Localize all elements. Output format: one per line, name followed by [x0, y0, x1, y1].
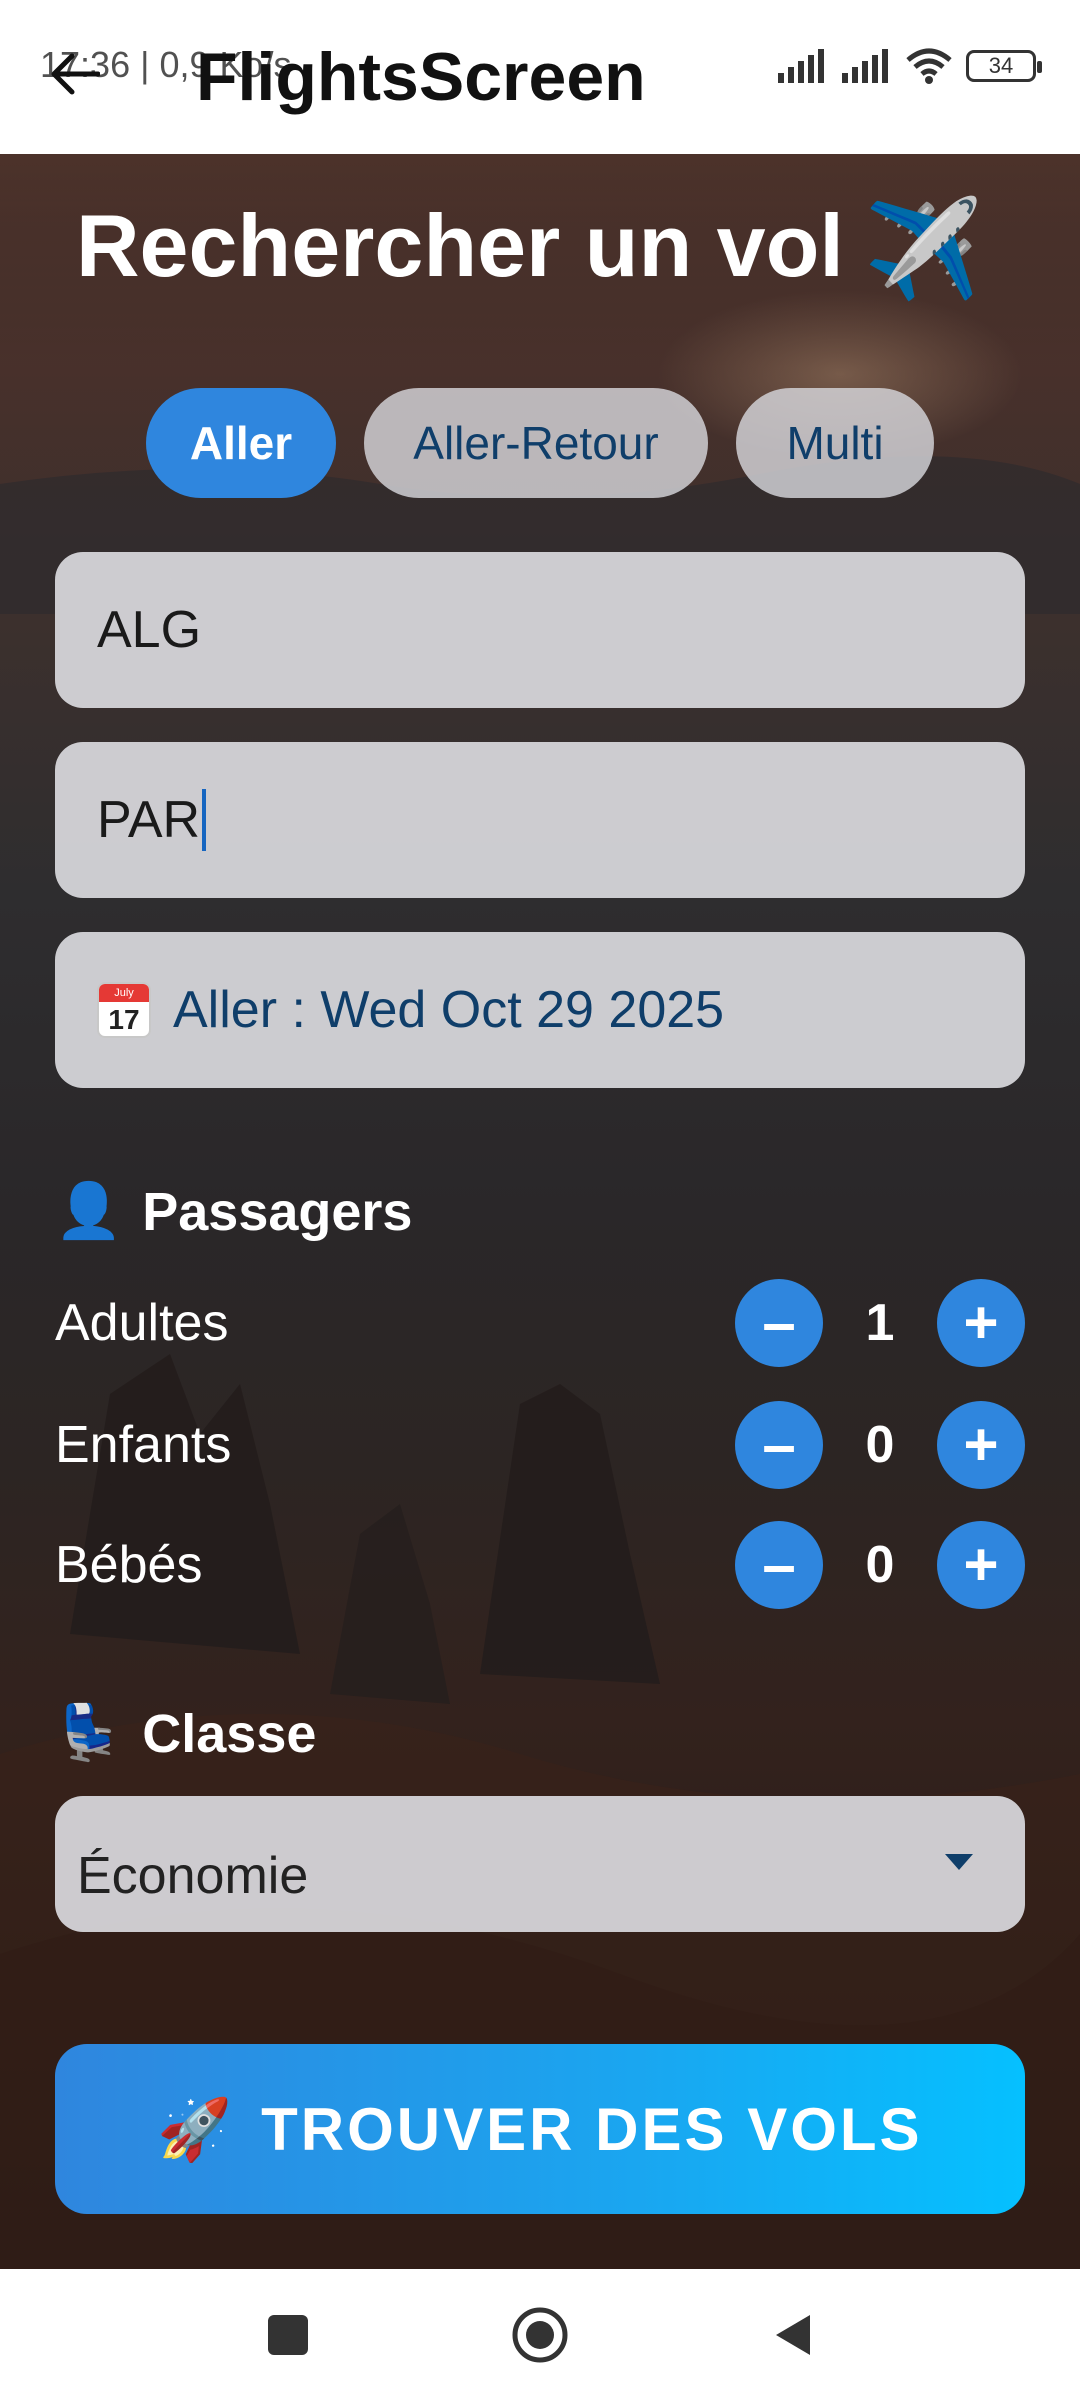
- rocket-icon: 🚀: [157, 2095, 236, 2163]
- find-flights-label: TROUVER DES VOLS: [261, 2095, 923, 2163]
- class-section-title: 💺 Classe: [55, 1702, 316, 1765]
- adults-label: Adultes: [55, 1294, 229, 1352]
- back-triangle-icon: [776, 2315, 810, 2355]
- passengers-title: Passagers: [142, 1181, 413, 1242]
- class-select-value: Économie: [77, 1847, 309, 1905]
- calendar-icon-day: 17: [108, 1004, 140, 1035]
- origin-input[interactable]: ALG: [55, 552, 1025, 708]
- adults-count: 1: [865, 1294, 895, 1352]
- passenger-row-children: Enfants – 0 +: [55, 1400, 1025, 1490]
- chevron-down-icon: [945, 1854, 973, 1870]
- app-bar: 17:36 | 0,9 Ko/s FlightsScreen 34: [0, 0, 1080, 154]
- children-stepper: – 0 +: [735, 1401, 1025, 1489]
- infants-stepper: – 0 +: [735, 1521, 1025, 1609]
- children-count: 0: [865, 1416, 895, 1474]
- nav-back-button[interactable]: [760, 2303, 824, 2367]
- home-button[interactable]: [508, 2303, 572, 2367]
- text-cursor: [202, 789, 207, 851]
- tab-aller-retour[interactable]: Aller-Retour: [364, 388, 708, 498]
- trip-type-tabs: Aller Aller-Retour Multi: [146, 388, 934, 498]
- signal-icon: [778, 49, 824, 83]
- destination-input-value: PAR: [97, 791, 201, 849]
- infants-decrement-button[interactable]: –: [735, 1521, 823, 1609]
- adults-stepper: – 1 +: [735, 1279, 1025, 1367]
- passengers-section-title: 👤 Passagers: [55, 1180, 412, 1243]
- signal-icon-2: [842, 49, 888, 83]
- person-icon: 👤: [55, 1181, 123, 1241]
- page-heading-text: Rechercher un vol: [76, 196, 844, 295]
- tab-aller[interactable]: Aller: [146, 388, 336, 498]
- passenger-row-adults: Adultes – 1 +: [55, 1278, 1025, 1368]
- seat-icon: 💺: [55, 1703, 123, 1763]
- destination-input[interactable]: PAR: [55, 742, 1025, 898]
- recents-button[interactable]: [256, 2303, 320, 2367]
- calendar-icon: July 17: [97, 982, 151, 1038]
- departure-date-label: Aller : Wed Oct 29 2025: [173, 981, 725, 1039]
- class-select[interactable]: Économie: [55, 1796, 1025, 1932]
- home-icon: [512, 2307, 568, 2363]
- adults-decrement-button[interactable]: –: [735, 1279, 823, 1367]
- app-title: FlightsScreen: [196, 39, 646, 115]
- origin-input-value: ALG: [97, 601, 202, 659]
- passenger-row-infants: Bébés – 0 +: [55, 1520, 1025, 1610]
- calendar-icon-month: July: [99, 984, 149, 1002]
- recents-icon: [268, 2315, 308, 2355]
- infants-count: 0: [865, 1536, 895, 1594]
- page-heading: Rechercher un vol ✈️: [76, 194, 983, 306]
- departure-date-picker[interactable]: July 17 Aller : Wed Oct 29 2025: [55, 932, 1025, 1088]
- class-title: Classe: [142, 1703, 317, 1764]
- children-label: Enfants: [55, 1416, 232, 1474]
- infants-label: Bébés: [55, 1536, 203, 1594]
- find-flights-button[interactable]: 🚀 TROUVER DES VOLS: [55, 2044, 1025, 2214]
- children-decrement-button[interactable]: –: [735, 1401, 823, 1489]
- children-increment-button[interactable]: +: [937, 1401, 1025, 1489]
- arrow-left-icon: [51, 53, 100, 95]
- back-button[interactable]: [44, 44, 104, 104]
- airplane-icon: ✈️: [863, 196, 984, 303]
- tab-multi[interactable]: Multi: [736, 388, 934, 498]
- wifi-icon: [906, 48, 952, 84]
- status-icons: 34: [778, 46, 1042, 86]
- system-navigation-bar: [0, 2269, 1080, 2400]
- adults-increment-button[interactable]: +: [937, 1279, 1025, 1367]
- infants-increment-button[interactable]: +: [937, 1521, 1025, 1609]
- battery-icon: 34: [966, 50, 1042, 82]
